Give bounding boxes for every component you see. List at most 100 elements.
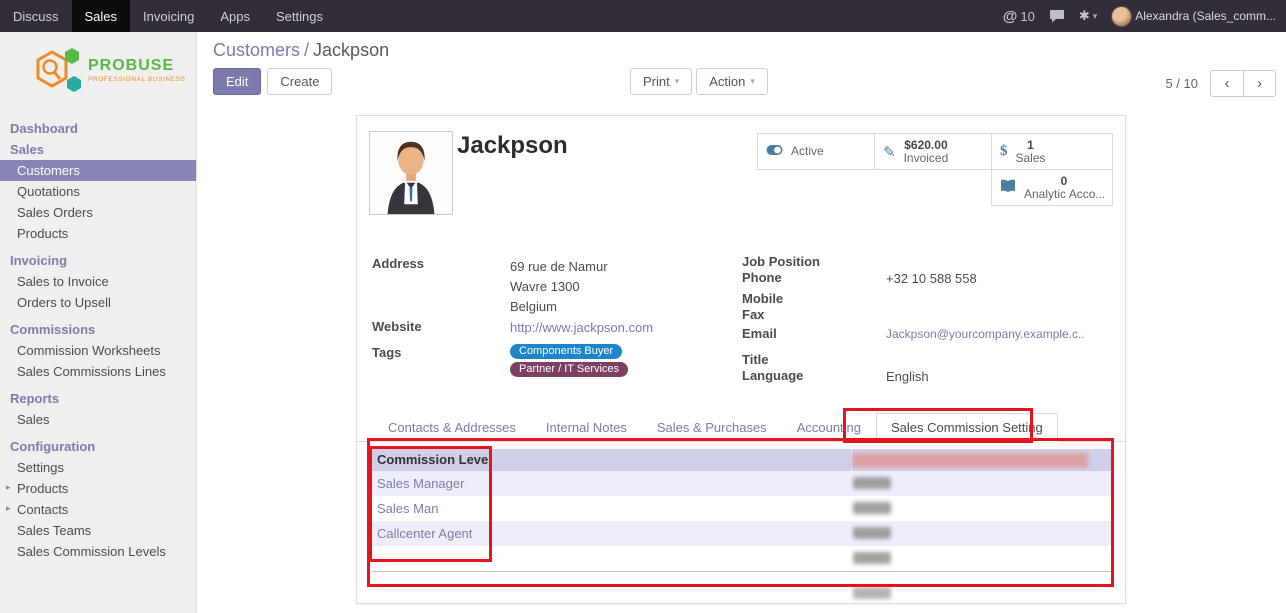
sidebar-item-products[interactable]: Products [0, 223, 196, 244]
tab-internal-notes[interactable]: Internal Notes [531, 413, 642, 442]
sidebar-header-reports[interactable]: Reports [0, 388, 196, 409]
sidebar-nav: Dashboard Sales Customers Quotations Sal… [0, 118, 196, 562]
sales-stat-button[interactable]: $ 1 Sales [991, 133, 1113, 170]
sidebar-item-sales-teams[interactable]: Sales Teams [0, 520, 196, 541]
logo-title: PROBUSE [88, 57, 186, 75]
redacted-blur [853, 502, 891, 514]
message-count: 10 [1020, 9, 1034, 24]
language-value: English [886, 369, 929, 384]
tab-sales-purchases[interactable]: Sales & Purchases [642, 413, 782, 442]
redacted-blur [853, 587, 891, 599]
invoiced-stat-button[interactable]: ✎ $620.00 Invoiced [874, 133, 992, 170]
address-line-1: 69 rue de Namur [510, 257, 608, 277]
sidebar-item-config-contacts[interactable]: ▸ Contacts [0, 499, 196, 520]
sidebar-header-dashboard[interactable]: Dashboard [0, 118, 196, 139]
probuse-logo-icon [30, 44, 82, 96]
sidebar-item-quotations[interactable]: Quotations [0, 181, 196, 202]
topbar: Discuss Sales Invoicing Apps Settings @ … [0, 0, 1286, 32]
chevron-right-icon: › [1257, 75, 1262, 92]
user-name: Alexandra (Sales_comm... [1135, 9, 1276, 23]
menu-sales[interactable]: Sales [72, 0, 131, 32]
caret-down-icon: ▾ [750, 76, 755, 87]
chat-bubble-icon [1049, 9, 1065, 23]
analytic-count-value: 0 [1024, 175, 1104, 188]
commission-level-cell[interactable]: Callcenter Agent [372, 521, 851, 546]
main-content: Customers/Jackpson Edit Create Print ▾ A… [197, 32, 1286, 613]
menu-invoicing[interactable]: Invoicing [130, 0, 207, 32]
sidebar-header-sales[interactable]: Sales [0, 139, 196, 160]
sidebar-item-sales-commission-levels[interactable]: Sales Commission Levels [0, 541, 196, 562]
caret-down-icon: ▾ [1093, 11, 1098, 22]
phone-label: Phone [742, 270, 782, 285]
breadcrumb-customers-link[interactable]: Customers [213, 40, 300, 60]
tab-contacts-addresses[interactable]: Contacts & Addresses [373, 413, 531, 442]
website-label: Website [372, 319, 422, 334]
messages-counter[interactable]: @ 10 [1003, 8, 1035, 25]
sidebar-item-sales-orders[interactable]: Sales Orders [0, 202, 196, 223]
caret-right-icon: ▸ [6, 482, 11, 493]
pager-previous-button[interactable]: ‹ [1210, 70, 1243, 97]
sidebar-item-sales-to-invoice[interactable]: Sales to Invoice [0, 271, 196, 292]
edit-button[interactable]: Edit [213, 68, 261, 95]
sidebar-item-orders-to-upsell[interactable]: Orders to Upsell [0, 292, 196, 313]
table-row[interactable]: Sales Man [372, 496, 1112, 521]
debug-icon: ✱ [1079, 8, 1090, 24]
commission-level-column-header: Commission Level [372, 449, 851, 471]
table-row[interactable]: Sales Manager [372, 471, 1112, 496]
commission-level-cell[interactable]: Sales Man [372, 496, 851, 521]
table-footer [372, 571, 1112, 583]
create-button[interactable]: Create [267, 68, 332, 95]
tags-list: Components Buyer Partner / IT Services [510, 344, 628, 377]
website-link[interactable]: http://www.jackpson.com [510, 320, 653, 335]
menu-apps[interactable]: Apps [207, 0, 263, 32]
redacted-column-header [851, 449, 1112, 471]
table-row[interactable] [372, 546, 1112, 571]
at-icon: @ [1003, 8, 1018, 25]
sidebar-header-invoicing[interactable]: Invoicing [0, 250, 196, 271]
sidebar-item-sales-commissions-lines[interactable]: Sales Commissions Lines [0, 361, 196, 382]
menu-settings[interactable]: Settings [263, 0, 336, 32]
customer-photo[interactable] [369, 131, 453, 215]
email-link[interactable]: Jackpson@yourcompany.example.c.. [886, 327, 1085, 341]
action-label: Action [709, 74, 745, 89]
action-dropdown-button[interactable]: Action ▾ [696, 68, 768, 95]
sales-count-label: Sales [1016, 152, 1046, 165]
mobile-label: Mobile [742, 291, 783, 306]
title-label: Title [742, 352, 769, 367]
print-dropdown-button[interactable]: Print ▾ [630, 68, 692, 95]
pager-next-button[interactable]: › [1243, 70, 1276, 97]
sidebar-item-settings[interactable]: Settings [0, 457, 196, 478]
table-row[interactable]: Callcenter Agent [372, 521, 1112, 546]
analytic-stat-button[interactable]: 0 Analytic Acco... [991, 169, 1113, 206]
commission-table-header-row: Commission Level [372, 449, 1112, 471]
sidebar-item-commission-worksheets[interactable]: Commission Worksheets [0, 340, 196, 361]
commission-level-cell[interactable]: Sales Manager [372, 471, 851, 496]
user-menu[interactable]: Alexandra (Sales_comm... [1111, 6, 1276, 27]
sidebar-item-config-products[interactable]: ▸ Products [0, 478, 196, 499]
probuse-logo: PROBUSE PROFESSIONAL BUSINESS [0, 32, 196, 110]
redacted-blur [853, 477, 891, 489]
redacted-blur [853, 527, 891, 539]
commission-level-cell [372, 546, 851, 571]
form-sheet: Jackpson Active ✎ $620.00 Invoiced $ [356, 115, 1126, 604]
topbar-systray: @ 10 ✱ ▾ Alexandra (Sales_comm... [1003, 0, 1286, 32]
breadcrumb: Customers/Jackpson [213, 40, 389, 61]
analytic-count-label: Analytic Acco... [1024, 188, 1104, 201]
sidebar-item-label: Contacts [17, 502, 68, 517]
sidebar-header-commissions[interactable]: Commissions [0, 319, 196, 340]
sidebar-header-configuration[interactable]: Configuration [0, 436, 196, 457]
chevron-left-icon: ‹ [1225, 75, 1230, 92]
tab-accounting[interactable]: Accounting [782, 413, 876, 442]
menu-discuss[interactable]: Discuss [0, 0, 72, 32]
phone-value: +32 10 588 558 [886, 271, 977, 286]
sidebar-item-label: Products [17, 481, 68, 496]
debug-menu-button[interactable]: ✱ ▾ [1079, 8, 1097, 24]
sidebar-item-customers[interactable]: Customers [0, 160, 196, 181]
tab-sales-commission-setting[interactable]: Sales Commission Setting [876, 413, 1058, 442]
active-stat-button[interactable]: Active [757, 133, 875, 170]
pager-value[interactable]: 5 / 10 [1165, 76, 1198, 91]
sidebar: PROBUSE PROFESSIONAL BUSINESS Dashboard … [0, 32, 197, 613]
sidebar-item-reports-sales[interactable]: Sales [0, 409, 196, 430]
redacted-cell [851, 471, 1112, 496]
chat-button[interactable] [1049, 9, 1065, 23]
